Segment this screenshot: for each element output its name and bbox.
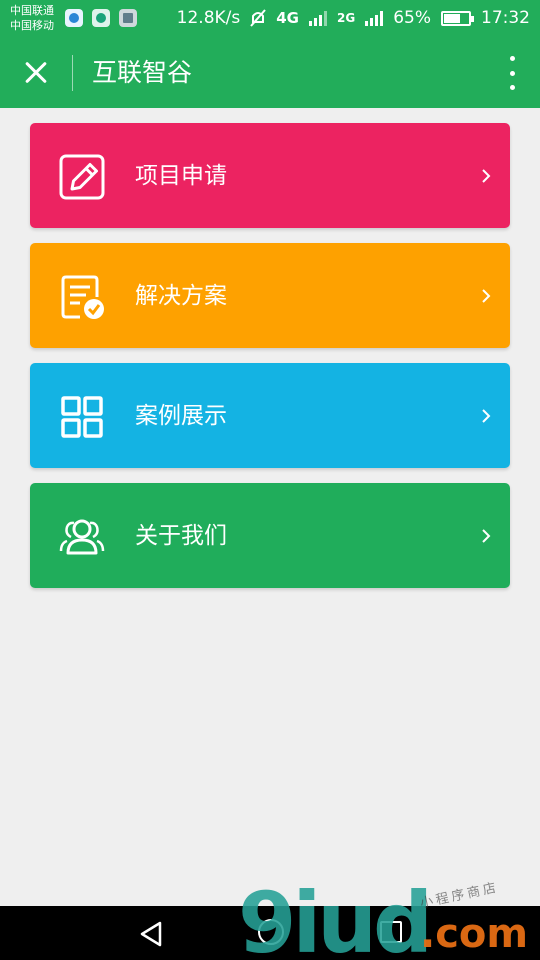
watermark-domain: .com (420, 911, 529, 957)
network-type-1: 4G (276, 9, 299, 27)
signal-2-icon (365, 10, 384, 26)
signal-1-icon (309, 10, 327, 26)
net-speed: 12.8K/s (176, 8, 241, 28)
watermark-logo: 9iud (238, 874, 433, 960)
app-header: 互联智谷 (0, 38, 540, 108)
document-check-icon (61, 275, 104, 319)
back-icon[interactable] (138, 920, 164, 948)
battery-icon (441, 10, 474, 26)
status-bar: 中国联通 中国移动 12.8K/s 4G 2G 65% 17:32 (0, 0, 540, 38)
status-right: 12.8K/s 4G 2G 65% 17:32 (177, 8, 530, 28)
carrier-info: 中国联通 中国移动 (10, 3, 54, 33)
menu-item-label: 案例展示 (135, 403, 227, 429)
menu-item-label: 解决方案 (135, 283, 227, 309)
battery-fill (444, 13, 460, 23)
location-notification-icon (92, 9, 110, 27)
notification-app-icon (65, 9, 83, 27)
menu-item-label: 项目申请 (135, 163, 227, 189)
header-divider (72, 55, 73, 91)
close-icon[interactable] (18, 54, 56, 92)
edit-icon (59, 154, 105, 200)
grid-icon (61, 396, 103, 438)
menu-item-case-showcase[interactable]: 案例展示 (30, 363, 510, 468)
menu-item-solutions[interactable]: 解决方案 (30, 243, 510, 348)
clock: 17:32 (481, 8, 530, 28)
page-title: 互联智谷 (92, 58, 193, 87)
network-type-2: 2G (337, 11, 356, 25)
more-vertical-icon[interactable] (506, 56, 518, 90)
menu-item-project-apply[interactable]: 项目申请 (30, 123, 510, 228)
battery-percent: 65% (393, 8, 431, 28)
chevron-right-icon (482, 409, 491, 423)
chevron-right-icon (482, 169, 491, 183)
users-icon (59, 519, 105, 555)
mute-icon (250, 9, 267, 27)
chevron-right-icon (482, 289, 491, 303)
chevron-right-icon (482, 529, 491, 543)
menu-item-about-us[interactable]: 关于我们 (30, 483, 510, 588)
carrier-2: 中国移动 (10, 19, 54, 32)
menu-list: 项目申请 解决方案 案例展示 关于我们 (30, 123, 510, 603)
menu-item-label: 关于我们 (135, 523, 227, 549)
carrier-1: 中国联通 (10, 4, 54, 17)
image-notification-icon (119, 9, 137, 27)
